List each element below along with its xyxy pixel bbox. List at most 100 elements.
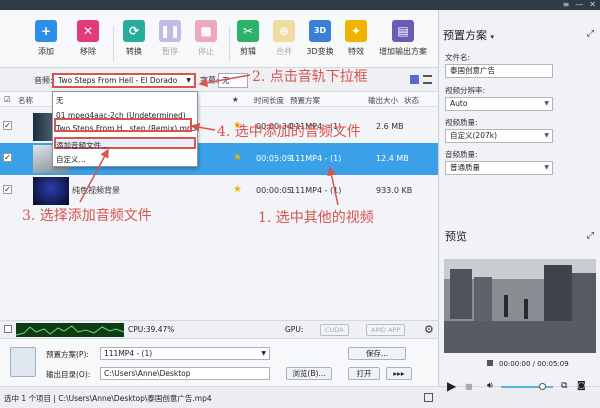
annotation-step1: 1. 选中其他的视频 bbox=[258, 210, 374, 226]
monitor-checkbox[interactable] bbox=[4, 325, 12, 333]
star-icon[interactable]: ★ bbox=[233, 152, 242, 163]
select-all-checkbox[interactable]: ☑ bbox=[4, 95, 11, 104]
add-profile-button[interactable]: ▤ 增加输出方案 bbox=[376, 20, 430, 57]
row-duration: 00:05:09 bbox=[256, 154, 292, 163]
chevron-down-icon: ▼ bbox=[544, 100, 549, 107]
column-star[interactable]: ★ bbox=[232, 95, 239, 104]
profile-select[interactable]: 111MP4 - (1) ▼ bbox=[100, 347, 270, 360]
open-button[interactable]: 打开 bbox=[348, 367, 380, 380]
preview-time: 00:00:00 / 00:05:09 bbox=[499, 360, 569, 368]
log-icon[interactable] bbox=[424, 393, 433, 402]
row-checkbox[interactable]: ✓ bbox=[3, 121, 12, 130]
playhead-icon[interactable] bbox=[487, 360, 493, 366]
play-icon[interactable]: ▶ bbox=[447, 379, 456, 393]
amd-app-chip[interactable]: AMD APP bbox=[366, 324, 406, 336]
column-status[interactable]: 状态 bbox=[404, 95, 419, 106]
remove-button[interactable]: ✕ 移除 bbox=[68, 20, 108, 57]
stop-button[interactable]: ■ 停止 bbox=[186, 20, 226, 57]
resolution-label: 视频分辨率: bbox=[445, 86, 486, 95]
effects-icon: ✦ bbox=[345, 20, 367, 42]
merge-button[interactable]: ⊕ 合并 bbox=[264, 20, 304, 57]
remove-icon: ✕ bbox=[77, 20, 99, 42]
resolution-select[interactable]: Auto ▼ bbox=[445, 97, 553, 111]
chevron-down-icon: ▼ bbox=[186, 77, 191, 84]
gear-icon[interactable]: ⚙ bbox=[424, 323, 434, 336]
row-checkbox[interactable]: ✓ bbox=[3, 185, 12, 194]
add-icon: + bbox=[35, 20, 57, 42]
add-button[interactable]: + 添加 bbox=[26, 20, 66, 57]
profile-panel-title[interactable]: 预置方案 ▾ bbox=[443, 27, 494, 43]
clip-button[interactable]: ✂ 剪辑 bbox=[228, 20, 268, 57]
effects-button-label: 特效 bbox=[348, 47, 364, 56]
file-row[interactable]: ✓ 纯色视频背景 ★ 00:00:05 111MP4 - (1) 933.0 K… bbox=[0, 175, 438, 207]
cpu-graph bbox=[16, 323, 124, 337]
title-bar: ≡ — ✕ bbox=[0, 0, 600, 10]
camera-icon[interactable]: ◙ bbox=[577, 381, 586, 391]
volume-icon[interactable]: 🔊︎ bbox=[487, 381, 493, 391]
video-preview bbox=[444, 259, 596, 353]
filename-label: 文件名: bbox=[445, 53, 471, 62]
video-thumbnail bbox=[33, 177, 69, 205]
video-quality-label: 视频质量: bbox=[445, 118, 478, 127]
browse-button[interactable]: 浏览(B)... bbox=[286, 367, 332, 380]
audio-quality-label: 音频质量: bbox=[445, 150, 478, 159]
dropdown-audio-highlight bbox=[54, 118, 192, 132]
remove-button-label: 移除 bbox=[80, 47, 96, 56]
3d-button[interactable]: 3D 3D变换 bbox=[300, 20, 340, 57]
subtitle-select[interactable]: 无 bbox=[218, 73, 248, 88]
subtitle-label: 字幕: bbox=[200, 76, 219, 85]
row-name: 纯色视频背景 bbox=[72, 186, 120, 195]
column-size[interactable]: 输出大小 bbox=[368, 95, 398, 106]
column-duration[interactable]: 时间长度 bbox=[254, 95, 284, 106]
volume-handle[interactable] bbox=[539, 383, 546, 390]
expand-preview-icon[interactable]: ⤢ bbox=[587, 231, 594, 241]
preview-timebar: 00:00:00 / 00:05:09 bbox=[439, 358, 600, 372]
save-button[interactable]: 保存... bbox=[348, 347, 406, 360]
pause-button[interactable]: ❚❚ 暂停 bbox=[150, 20, 190, 57]
convert-icon: ⟳ bbox=[123, 20, 145, 42]
output-dir-label: 输出目录(O): bbox=[46, 370, 91, 379]
dropdown-item-add-audio[interactable]: 添加音频文件... bbox=[56, 140, 108, 151]
merge-button-label: 合并 bbox=[276, 47, 292, 56]
annotation-step4: 4. 选中添加的音频文件 bbox=[217, 124, 361, 140]
row-size: 933.0 KB bbox=[376, 186, 413, 195]
filename-field[interactable]: 泰国创意广告 bbox=[445, 64, 553, 78]
add-profile-button-label: 增加输出方案 bbox=[379, 47, 427, 56]
audio-track-label: 音频: bbox=[34, 76, 53, 85]
stop-preview-icon[interactable]: ■ bbox=[465, 382, 473, 391]
row-checkbox[interactable]: ✓ bbox=[3, 153, 12, 162]
output-dir-value: C:\Users\Anne\Desktop bbox=[104, 369, 191, 378]
star-icon[interactable]: ★ bbox=[233, 184, 242, 195]
dropdown-item[interactable]: 无 bbox=[56, 95, 64, 106]
list-view-icon[interactable] bbox=[423, 75, 432, 84]
menu-icon[interactable]: ≡ bbox=[563, 0, 570, 10]
video-quality-value: 自定义(207k) bbox=[450, 131, 498, 140]
grid-view-icon[interactable] bbox=[410, 75, 419, 84]
add-button-label: 添加 bbox=[38, 47, 54, 56]
output-dir-field[interactable]: C:\Users\Anne\Desktop bbox=[100, 367, 270, 380]
effects-button[interactable]: ✦ 特效 bbox=[336, 20, 376, 57]
audio-track-select[interactable]: Two Steps From Hell - El Dorado ▼ bbox=[52, 73, 196, 88]
expand-icon[interactable]: ⤢ bbox=[587, 29, 594, 39]
stop-icon: ■ bbox=[195, 20, 217, 42]
close-icon[interactable]: ✕ bbox=[589, 0, 596, 10]
more-button[interactable]: ▸▸▸ bbox=[386, 367, 412, 380]
column-name[interactable]: 名称 bbox=[18, 95, 33, 106]
convert-button[interactable]: ⟳ 转换 bbox=[114, 20, 154, 57]
video-quality-select[interactable]: 自定义(207k) ▼ bbox=[445, 129, 553, 143]
resolution-value: Auto bbox=[450, 99, 468, 108]
output-profile-icon bbox=[10, 347, 36, 377]
screenshot-icon[interactable]: ⧉ bbox=[561, 381, 567, 391]
clip-icon: ✂ bbox=[237, 20, 259, 42]
subtitle-value: 无 bbox=[222, 76, 230, 85]
chevron-down-icon: ▼ bbox=[261, 350, 266, 357]
minimize-icon[interactable]: — bbox=[575, 0, 583, 10]
pause-button-label: 暂停 bbox=[162, 47, 178, 56]
cuda-chip[interactable]: CUDA bbox=[320, 324, 349, 336]
track-bar: 音频: Two Steps From Hell - El Dorado ▼ 字幕… bbox=[0, 68, 438, 92]
column-profile[interactable]: 预置方案 bbox=[290, 95, 320, 106]
filename-value: 泰国创意广告 bbox=[450, 66, 495, 75]
profile-panel: 预置方案 ▾ ⤢ 文件名: 泰国创意广告 视频分辨率: Auto ▼ 视频质量:… bbox=[438, 10, 600, 393]
audio-quality-select[interactable]: 普通质量 ▼ bbox=[445, 161, 553, 175]
dropdown-item[interactable]: 自定义... bbox=[56, 154, 86, 165]
